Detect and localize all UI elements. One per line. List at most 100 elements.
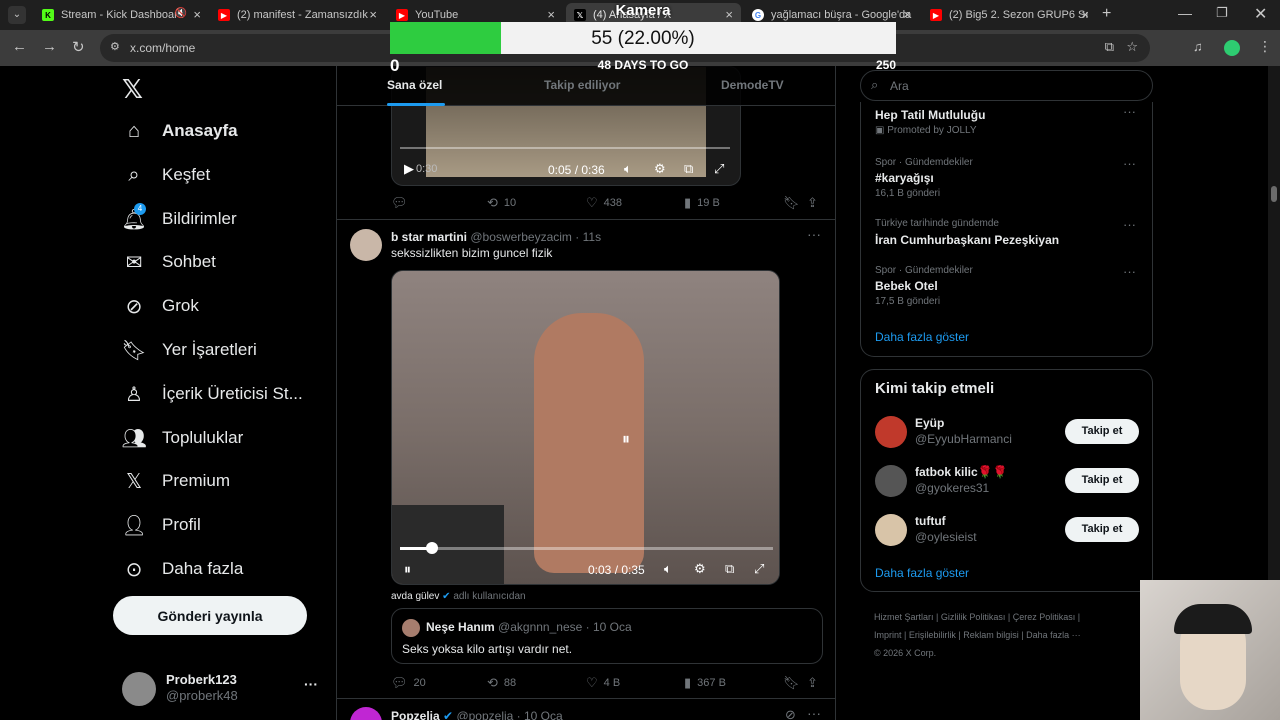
bookmark-star-icon[interactable]: ☆ (1126, 39, 1138, 55)
omnibox[interactable]: ⚙ x.com/home ⧉ ☆ (100, 34, 1150, 62)
footer-link[interactable]: Hizmet Şartları (874, 612, 934, 622)
author-name[interactable]: b star martini (391, 230, 467, 244)
avatar[interactable] (350, 707, 382, 720)
tweet-video[interactable]: ⏸ ⏸ 0:03 / 0:35 🔈︎ ⚙ ⧉ ⤢ (391, 270, 780, 585)
footer-link[interactable]: Imprint (874, 630, 902, 640)
settings-icon[interactable]: ⚙ (654, 161, 666, 177)
retweet-button[interactable]: ⟲ 88 (487, 675, 516, 691)
nav-creator-studio[interactable]: ♙ İçerik Üreticisi St... (122, 374, 303, 414)
nav-more[interactable]: ⊙ Daha fazla (122, 549, 244, 589)
play-icon[interactable]: ▶ (404, 161, 414, 177)
follow-button[interactable]: Takip et (1065, 517, 1139, 542)
close-tab-icon[interactable]: × (725, 7, 733, 22)
account-more-icon[interactable]: ··· (304, 676, 318, 692)
minimize-icon[interactable]: — (1178, 5, 1192, 21)
tab-demodetv[interactable]: DemodeTV (721, 78, 784, 92)
quoted-tweet[interactable]: Neşe Hanım @akgnnn_nese · 10 Oca Seks yo… (391, 608, 823, 664)
url-text[interactable]: x.com/home (130, 41, 195, 55)
window-close-icon[interactable]: ✕ (1254, 4, 1267, 24)
author-handle[interactable]: @boswerbeyzacim (470, 230, 572, 244)
back-icon[interactable]: ← (12, 38, 27, 55)
pause-icon[interactable]: ⏸ (404, 561, 411, 578)
share-button[interactable]: ⇪ (807, 195, 824, 211)
footer-link[interactable]: Daha fazla ··· (1026, 630, 1081, 640)
avatar[interactable] (350, 229, 382, 261)
follow-suggestion[interactable]: Eyüp @EyyubHarmanci Takip et (861, 410, 1151, 454)
tab-following[interactable]: Takip ediliyor (544, 78, 620, 92)
close-tab-icon[interactable]: × (547, 7, 555, 22)
new-tab-icon[interactable]: + (1102, 5, 1111, 23)
video-scrubber[interactable] (400, 147, 730, 149)
follow-button[interactable]: Takip et (1065, 468, 1139, 493)
share-button[interactable]: ⇪ (807, 675, 824, 691)
follow-suggestion[interactable]: fatbok kilic🌹🌹 @gyokeres31 Takip et (861, 459, 1151, 503)
install-app-icon[interactable]: ⧉ (1105, 39, 1114, 55)
pip-icon[interactable]: ⧉ (684, 161, 693, 177)
footer-link[interactable]: Çerez Politikası (1013, 612, 1076, 622)
pip-icon[interactable]: ⧉ (725, 561, 734, 577)
tab-for-you[interactable]: Sana özel (387, 78, 442, 92)
follow-button[interactable]: Takip et (1065, 419, 1139, 444)
footer-link[interactable]: Erişilebilirlik (909, 630, 956, 640)
video-scrubber[interactable] (400, 542, 773, 554)
tweet-more-icon[interactable]: ··· (807, 705, 821, 720)
credit-name[interactable]: avda gülev (391, 591, 439, 602)
trend-more-icon[interactable]: ··· (1123, 264, 1136, 279)
nav-grok[interactable]: ⊘ Grok (122, 286, 199, 326)
nav-premium[interactable]: 𝕏 Premium (122, 461, 230, 501)
reload-icon[interactable]: ↻ (72, 38, 85, 56)
tab-x-home[interactable]: 𝕏 (4) Anasayfa / X × (566, 3, 741, 27)
nav-messages[interactable]: ✉ Sohbet (122, 242, 216, 282)
tweet-more-icon[interactable]: ··· (807, 226, 821, 242)
tab-manifest[interactable]: ▶ (2) manifest - Zamansızdık × (210, 3, 385, 27)
search-input[interactable]: ⌕ Ara (860, 70, 1153, 101)
tweet-time[interactable]: · 10 Oca (517, 709, 563, 720)
volume-icon[interactable]: 🔈︎ (624, 161, 632, 177)
bookmark-button[interactable]: 🔖︎ (783, 675, 806, 691)
bookmark-button[interactable]: 🔖︎ (783, 195, 806, 211)
tab-search-button[interactable]: ⌄ (8, 6, 26, 24)
follow-suggestion[interactable]: tuftuf @oylesieist Takip et (861, 508, 1151, 552)
volume-icon[interactable]: 🔈︎ (664, 561, 672, 577)
retweet-button[interactable]: ⟲ 10 (487, 195, 516, 211)
close-tab-icon[interactable]: × (903, 7, 911, 22)
video-scrubber-handle[interactable] (426, 542, 439, 554)
grok-icon[interactable]: ⊘ (785, 707, 796, 720)
who-to-follow-show-more[interactable]: Daha fazla göster (875, 566, 969, 580)
like-button[interactable]: ♡ 438 (586, 195, 622, 211)
nav-home[interactable]: ⌂ Anasayfa (122, 111, 238, 151)
nav-profile[interactable]: 👤︎ Profil (121, 505, 200, 545)
nav-notifications[interactable]: 🔔︎ 4 Bildirimler (121, 199, 237, 239)
nav-bookmarks[interactable]: 🔖︎ Yer İşaretleri (121, 330, 257, 370)
scrollbar-thumb[interactable] (1271, 186, 1277, 202)
footer-link[interactable]: Reklam bilgisi (963, 630, 1019, 640)
footer-link[interactable]: Gizlilik Politikası (941, 612, 1006, 622)
trend-more-icon[interactable]: ··· (1123, 217, 1136, 232)
profile-avatar-icon[interactable] (1224, 40, 1240, 56)
trends-show-more[interactable]: Daha fazla göster (875, 330, 969, 344)
tab-google-search[interactable]: G yağlamacı büşra - Google'da × (744, 3, 919, 27)
media-control-icon[interactable]: ♫ (1193, 39, 1203, 54)
tab-big5[interactable]: ▶ (2) Big5 2. Sezon GRUP6 Sı × (922, 3, 1097, 27)
tab-youtube[interactable]: ▶ YouTube × (388, 3, 563, 27)
post-button[interactable]: Gönderi yayınla (113, 596, 307, 635)
pause-center-icon[interactable]: ⏸ (622, 431, 630, 449)
nav-communities[interactable]: 👥︎ Topluluklar (121, 418, 243, 458)
browser-menu-icon[interactable]: ⋮ (1258, 38, 1272, 55)
restore-icon[interactable]: ❐ (1216, 5, 1228, 21)
x-logo-icon[interactable]: 𝕏 (122, 74, 143, 105)
author-handle[interactable]: @popzelia (456, 709, 513, 720)
muted-icon[interactable]: 🔇 (175, 8, 187, 19)
views-button[interactable]: ▮ 19 B (684, 195, 720, 211)
trend-item[interactable]: Hep Tatil Mutluluğu ▣ Promoted by JOLLY … (861, 102, 1151, 150)
trend-more-icon[interactable]: ··· (1123, 104, 1136, 119)
settings-icon[interactable]: ⚙ (694, 561, 706, 577)
views-button[interactable]: ▮ 367 B (684, 675, 726, 691)
author-name[interactable]: Popzelia (391, 709, 440, 720)
close-tab-icon[interactable]: × (369, 7, 377, 22)
site-info-icon[interactable]: ⚙ (110, 40, 120, 53)
reply-button[interactable]: 💬︎ 20 (391, 675, 426, 691)
like-button[interactable]: ♡ 4 B (586, 675, 620, 691)
nav-explore[interactable]: ⌕ Keşfet (122, 155, 210, 195)
tab-kick-dashboard[interactable]: K Stream - Kick Dashboard 🔇 × (34, 3, 209, 27)
